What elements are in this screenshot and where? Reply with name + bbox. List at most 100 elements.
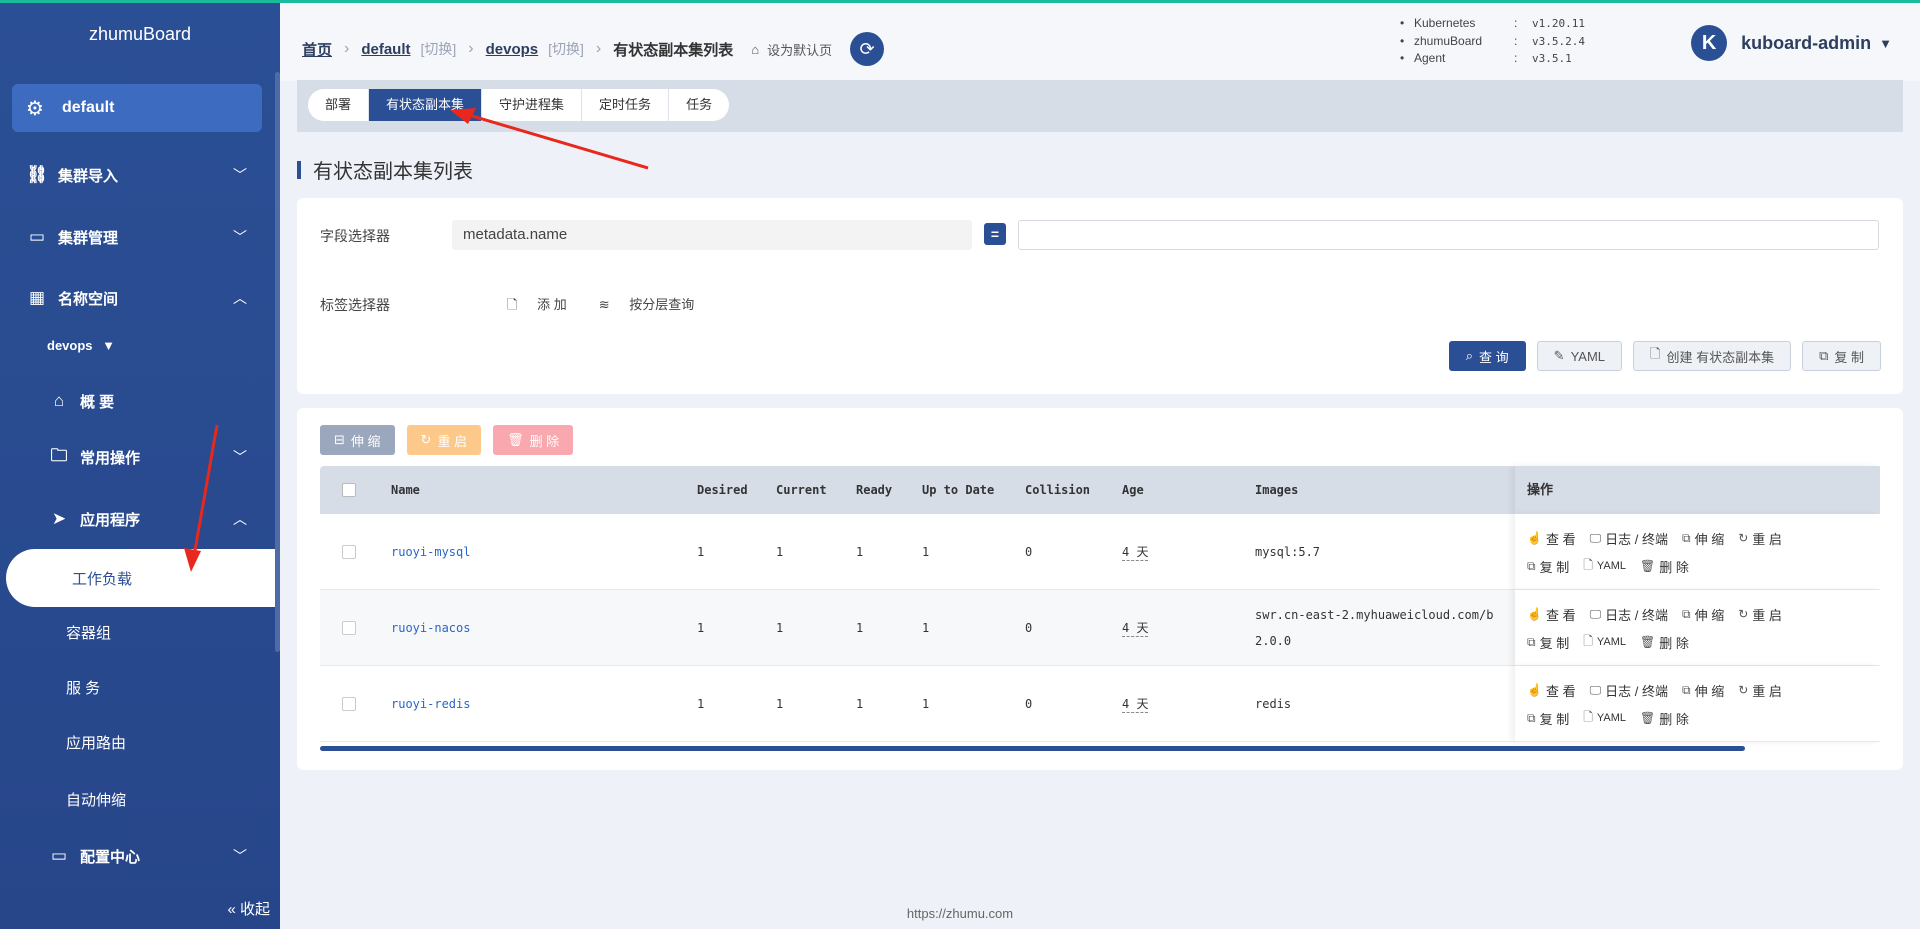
create-statefulset-button[interactable]: 🗋 创建 有状态副本集	[1633, 341, 1792, 371]
tab-daemonset[interactable]: 守护进程集	[482, 89, 583, 121]
switch-namespace-link[interactable]: [切换]	[548, 39, 584, 59]
copy-button[interactable]: ⧉ 复 制	[1527, 709, 1569, 728]
add-label-button[interactable]: 🗋 添 加	[507, 294, 583, 318]
restart-button[interactable]: ↻ 重 启	[1738, 605, 1782, 624]
sidebar-item-services[interactable]: 服 务	[0, 667, 275, 707]
tab-statefulset[interactable]: 有状态副本集	[369, 89, 483, 121]
layered-query-button[interactable]: ≋ 按分层查询	[599, 294, 711, 318]
row-ready: 1	[856, 696, 864, 711]
crumb-cluster[interactable]: default	[361, 41, 410, 58]
bulk-restart-button[interactable]: ↻ 重 启	[406, 425, 482, 455]
logs-terminal-button[interactable]: 🖵 日志 / 终端	[1590, 681, 1668, 700]
grid-icon: ▦	[28, 288, 46, 307]
sidebar-item-label: 工作负载	[72, 570, 133, 588]
namespace-value: devops	[47, 338, 93, 353]
table-horizontal-scrollbar[interactable]	[320, 746, 1745, 751]
field-value-input[interactable]	[1018, 220, 1879, 250]
delete-button[interactable]: 🗑 删 除	[1640, 557, 1689, 576]
yaml-button[interactable]: 🗋 YAML	[1583, 556, 1626, 577]
version-key: Kubernetes	[1414, 16, 1476, 30]
row-age: 4 天	[1122, 544, 1149, 561]
sidebar-item-cluster-import[interactable]: ⛓ 集群导入 ﹀	[0, 153, 275, 197]
view-button[interactable]: ☝ 查 看	[1527, 529, 1576, 548]
sidebar: zhumuBoard ⚙ default ⛓ 集群导入 ﹀ ▭ 集群管理 ﹀ ▦…	[0, 0, 280, 929]
op-label: YAML	[1596, 712, 1626, 724]
copy-icon: ⧉	[1819, 348, 1829, 363]
row-ready: 1	[856, 620, 864, 635]
yaml-button[interactable]: 🗋 YAML	[1583, 632, 1626, 653]
op-label: YAML	[1596, 560, 1626, 572]
row-name-link[interactable]: ruoyi-nacos	[391, 621, 470, 635]
restart-button[interactable]: ↻ 重 启	[1738, 529, 1782, 548]
copy-button[interactable]: ⧉ 复 制	[1802, 341, 1881, 371]
view-button[interactable]: ☝ 查 看	[1527, 681, 1576, 700]
title-accent-bar	[297, 160, 301, 179]
chevron-right-icon: ›	[468, 40, 474, 57]
sidebar-item-pods[interactable]: 容器组	[0, 612, 275, 652]
copy-button[interactable]: ⧉ 复 制	[1527, 633, 1569, 652]
crumb-namespace[interactable]: devops	[486, 41, 539, 58]
operator-button[interactable]: =	[984, 223, 1006, 245]
sidebar-item-overview[interactable]: ⌂ 概 要	[0, 379, 275, 423]
refresh-button[interactable]: ⟳	[850, 32, 885, 66]
cluster-selector[interactable]: ⚙ default	[12, 84, 262, 132]
version-row: • Agent: v3.5.1	[1400, 50, 1585, 68]
row-name-link[interactable]: ruoyi-mysql	[391, 545, 470, 559]
op-label: 日志 / 终端	[1605, 683, 1668, 699]
delete-button[interactable]: 🗑 删 除	[1640, 633, 1689, 652]
yaml-button[interactable]: 🗋 YAML	[1583, 708, 1626, 729]
row-name-link[interactable]: ruoyi-redis	[391, 697, 470, 711]
sidebar-item-label: 应用程序	[80, 511, 141, 529]
row-collision: 0	[1025, 620, 1033, 635]
namespace-selector[interactable]: devops ▼	[47, 338, 115, 353]
scale-button[interactable]: ⧉ 伸 缩	[1682, 681, 1724, 700]
logs-terminal-button[interactable]: 🖵 日志 / 终端	[1590, 605, 1668, 624]
yaml-button[interactable]: ✎ YAML	[1536, 341, 1622, 371]
tab-job[interactable]: 任务	[669, 89, 729, 121]
bulk-scale-button[interactable]: ⊟ 伸 缩	[320, 425, 395, 455]
row-checkbox[interactable]	[342, 696, 356, 711]
row-ops: ☝ 查 看 🖵 日志 / 终端 ⧉ 伸 缩 ↻ 重 启 ⧉ 复 制 🗋 YAML 🗑 删 除	[1515, 666, 1880, 742]
row-current: 1	[776, 620, 784, 635]
sidebar-item-applications[interactable]: ➤ 应用程序 ︿	[0, 497, 275, 541]
copy-label: 复 制	[1834, 349, 1864, 365]
sidebar-item-ingress[interactable]: 应用路由	[0, 722, 275, 762]
sidebar-item-cluster-manage[interactable]: ▭ 集群管理 ﹀	[0, 215, 275, 259]
col-name[interactable]: Name	[391, 483, 420, 497]
view-button[interactable]: ☝ 查 看	[1527, 605, 1576, 624]
restart-icon: ↻	[1738, 607, 1749, 621]
sidebar-item-config[interactable]: ▭ 配置中心 ﹀	[0, 834, 275, 878]
tab-cronjob[interactable]: 定时任务	[582, 89, 670, 121]
sidebar-item-common-ops[interactable]: 🗀 常用操作 ﹀	[0, 435, 275, 479]
delete-button[interactable]: 🗑 删 除	[1640, 709, 1689, 728]
switch-cluster-link[interactable]: [切换]	[421, 39, 457, 59]
set-default-page[interactable]: ⌂ 设为默认页	[751, 40, 832, 59]
op-label: 查 看	[1545, 683, 1576, 699]
refresh-icon: ⟳	[859, 38, 875, 59]
row-checkbox[interactable]	[342, 544, 356, 559]
restart-button[interactable]: ↻ 重 启	[1738, 681, 1782, 700]
query-button[interactable]: ⌕ 查 询	[1448, 341, 1526, 371]
col-current: Current	[776, 483, 827, 497]
scale-button[interactable]: ⧉ 伸 缩	[1682, 529, 1724, 548]
sidebar-item-namespace[interactable]: ▦ 名称空间 ︿	[0, 276, 275, 320]
op-label: 查 看	[1545, 607, 1576, 623]
field-selector-input[interactable]: metadata.name	[452, 220, 972, 250]
copy-button[interactable]: ⧉ 复 制	[1527, 557, 1569, 576]
sidebar-scrollbar[interactable]	[275, 72, 280, 652]
crumb-home[interactable]: 首页	[302, 39, 332, 60]
op-label: 删 除	[1659, 559, 1689, 575]
sidebar-item-workloads[interactable]: 工作负载	[6, 549, 280, 607]
bulk-delete-button[interactable]: 🗑 删 除	[493, 425, 574, 455]
chevron-up-icon: ︿	[233, 290, 247, 306]
scale-button[interactable]: ⧉ 伸 缩	[1682, 605, 1724, 624]
select-all-checkbox[interactable]	[342, 483, 356, 497]
tab-deployment[interactable]: 部署	[308, 89, 370, 121]
version-value: v1.20.11	[1532, 17, 1585, 30]
sidebar-item-autoscale[interactable]: 自动伸缩	[0, 779, 275, 819]
file-icon: 🗋	[1650, 346, 1661, 361]
row-checkbox[interactable]	[342, 620, 356, 635]
op-label: 复 制	[1539, 635, 1570, 651]
user-menu[interactable]: K kuboard-admin ▼	[1691, 25, 1892, 61]
logs-terminal-button[interactable]: 🖵 日志 / 终端	[1590, 529, 1668, 548]
